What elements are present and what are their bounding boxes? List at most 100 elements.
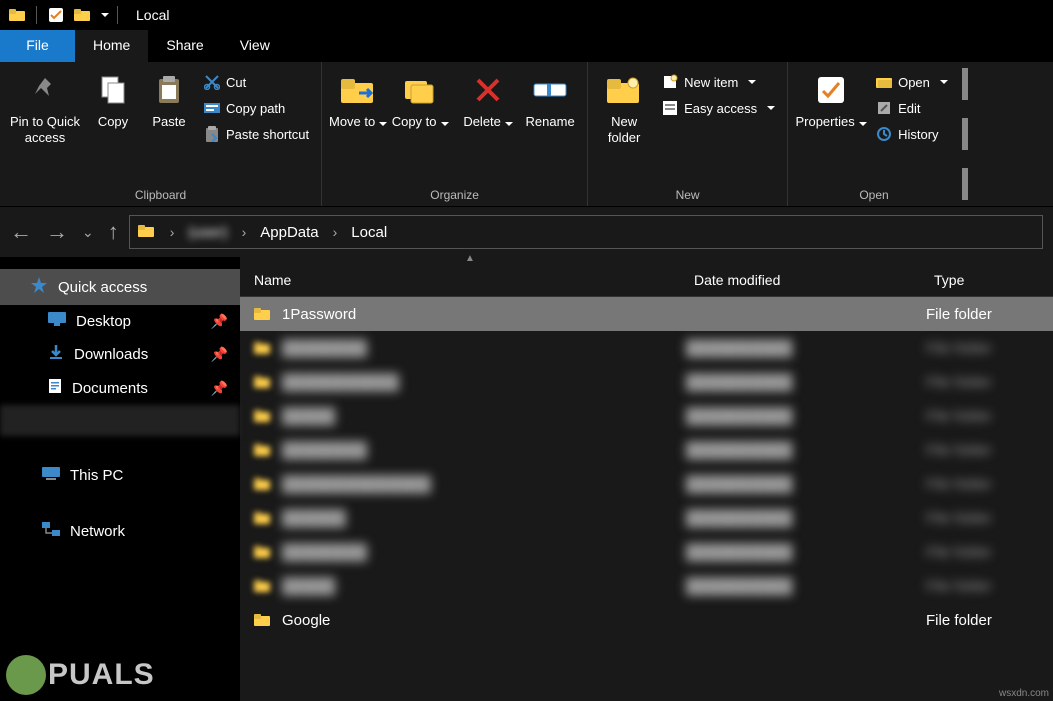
source-label: wsxdn.com <box>999 688 1049 699</box>
file-row-hidden[interactable]: ██████████████████File folder <box>240 535 1053 569</box>
star-icon <box>30 276 48 298</box>
file-list: ▲ Name Date modified Type 1Password File… <box>240 257 1053 701</box>
edit-button[interactable]: Edit <box>870 98 954 118</box>
file-row-hidden[interactable]: ██████████████████File folder <box>240 331 1053 365</box>
properties-button[interactable]: Properties <box>794 68 868 130</box>
breadcrumb-local[interactable]: Local <box>351 224 387 241</box>
new-item-icon <box>662 74 678 90</box>
chevron-right-icon[interactable]: › <box>329 224 342 240</box>
copy-path-icon <box>204 100 220 116</box>
pin-icon: 📌 <box>211 346 228 363</box>
this-pc-icon <box>42 465 60 485</box>
file-row-hidden[interactable]: ████████████████File folder <box>240 501 1053 535</box>
sidebar-downloads[interactable]: Downloads📌 <box>0 337 240 371</box>
easy-access-icon <box>662 100 678 116</box>
move-to-icon <box>340 72 376 108</box>
cut-button[interactable]: Cut <box>198 72 315 92</box>
tab-view[interactable]: View <box>222 30 288 62</box>
sidebar-item-hidden[interactable] <box>0 405 240 436</box>
pin-icon: 📌 <box>211 313 228 330</box>
column-type[interactable]: Type <box>920 266 1053 294</box>
file-row-hidden[interactable]: ███████████████File folder <box>240 399 1053 433</box>
tab-share[interactable]: Share <box>148 30 221 62</box>
column-name[interactable]: Name <box>240 266 680 294</box>
address-folder-icon <box>138 223 156 242</box>
scissors-icon <box>204 74 220 90</box>
sidebar-this-pc[interactable]: This PC <box>0 458 240 492</box>
ribbon-overflow[interactable] <box>960 62 966 206</box>
file-row-hidden[interactable]: █████████████████████File folder <box>240 365 1053 399</box>
watermark: PUALS <box>6 655 155 695</box>
up-button[interactable]: ↑ <box>108 219 119 245</box>
recent-dropdown[interactable]: ⌄ <box>82 224 94 241</box>
paste-shortcut-button[interactable]: Paste shortcut <box>198 124 315 144</box>
file-row-hidden[interactable]: ██████████████████File folder <box>240 433 1053 467</box>
file-row-hidden[interactable]: ███████████████File folder <box>240 569 1053 603</box>
file-row-google[interactable]: Google File folder <box>240 603 1053 637</box>
folder-icon <box>254 612 272 628</box>
copy-path-button[interactable]: Copy path <box>198 98 315 118</box>
sidebar-network[interactable]: Network <box>0 514 240 548</box>
address-bar[interactable]: › (user) › AppData › Local <box>129 215 1043 249</box>
open-button[interactable]: Open <box>870 72 954 92</box>
copy-icon <box>95 72 131 108</box>
column-date[interactable]: Date modified <box>680 266 920 294</box>
group-label-open: Open <box>794 184 954 204</box>
download-icon <box>48 344 64 364</box>
breadcrumb-user[interactable]: (user) <box>188 224 227 241</box>
copy-button[interactable]: Copy <box>86 68 140 130</box>
sidebar-quick-access[interactable]: Quick access <box>0 269 240 305</box>
move-to-button[interactable]: Move to <box>328 68 388 130</box>
group-new: New folder New item Easy access New <box>588 62 788 206</box>
title-bar: Local <box>0 0 1053 30</box>
breadcrumb-appdata[interactable]: AppData <box>260 224 318 241</box>
chevron-right-icon[interactable]: › <box>238 224 251 240</box>
nav-sidebar: Quick access Desktop📌 Downloads📌 Documen… <box>0 257 240 701</box>
qa-dropdown-icon[interactable] <box>99 6 107 24</box>
new-item-button[interactable]: New item <box>656 72 781 92</box>
group-clipboard: Pin to Quick access Copy Paste Cut Copy … <box>0 62 322 206</box>
paste-icon <box>151 72 187 108</box>
back-button[interactable]: ← <box>10 219 32 245</box>
history-icon <box>876 126 892 142</box>
ribbon-tabs: File Home Share View <box>0 30 1053 62</box>
window-title: Local <box>136 7 169 23</box>
paste-button[interactable]: Paste <box>142 68 196 130</box>
sidebar-documents[interactable]: Documents📌 <box>0 371 240 405</box>
new-folder-icon <box>606 72 642 108</box>
open-icon <box>876 74 892 90</box>
edit-icon <box>876 100 892 116</box>
group-label-clipboard: Clipboard <box>6 184 315 204</box>
mascot-icon <box>6 655 46 695</box>
properties-icon <box>813 72 849 108</box>
chevron-right-icon[interactable]: › <box>166 224 179 240</box>
delete-icon <box>470 72 506 108</box>
file-row-1password[interactable]: 1Password File folder <box>240 297 1053 331</box>
forward-button[interactable]: → <box>46 219 68 245</box>
tab-home[interactable]: Home <box>75 30 148 62</box>
group-label-new: New <box>594 184 781 204</box>
new-folder-button[interactable]: New folder <box>594 68 654 145</box>
qa-props-icon[interactable] <box>47 6 65 24</box>
ribbon: Pin to Quick access Copy Paste Cut Copy … <box>0 62 1053 207</box>
navigation-bar: ← → ⌄ ↑ › (user) › AppData › Local <box>0 207 1053 257</box>
column-headers: Name Date modified Type <box>240 263 1053 297</box>
pin-quick-access-button[interactable]: Pin to Quick access <box>6 68 84 145</box>
tab-file[interactable]: File <box>0 30 75 62</box>
document-icon <box>48 378 62 398</box>
group-label-organize: Organize <box>328 184 581 204</box>
pin-icon: 📌 <box>211 380 228 397</box>
desktop-icon <box>48 312 66 330</box>
group-open: Properties Open Edit History Open <box>788 62 960 206</box>
rename-button[interactable]: Rename <box>519 68 581 130</box>
file-row-hidden[interactable]: ████████████████████████File folder <box>240 467 1053 501</box>
copy-to-button[interactable]: Copy to <box>390 68 450 130</box>
folder-icon <box>254 306 272 322</box>
delete-button[interactable]: Delete <box>459 68 517 130</box>
qa-folder-icon[interactable] <box>73 6 91 24</box>
app-folder-icon <box>8 6 26 24</box>
history-button[interactable]: History <box>870 124 954 144</box>
sidebar-desktop[interactable]: Desktop📌 <box>0 305 240 337</box>
easy-access-button[interactable]: Easy access <box>656 98 781 118</box>
rename-icon <box>532 72 568 108</box>
